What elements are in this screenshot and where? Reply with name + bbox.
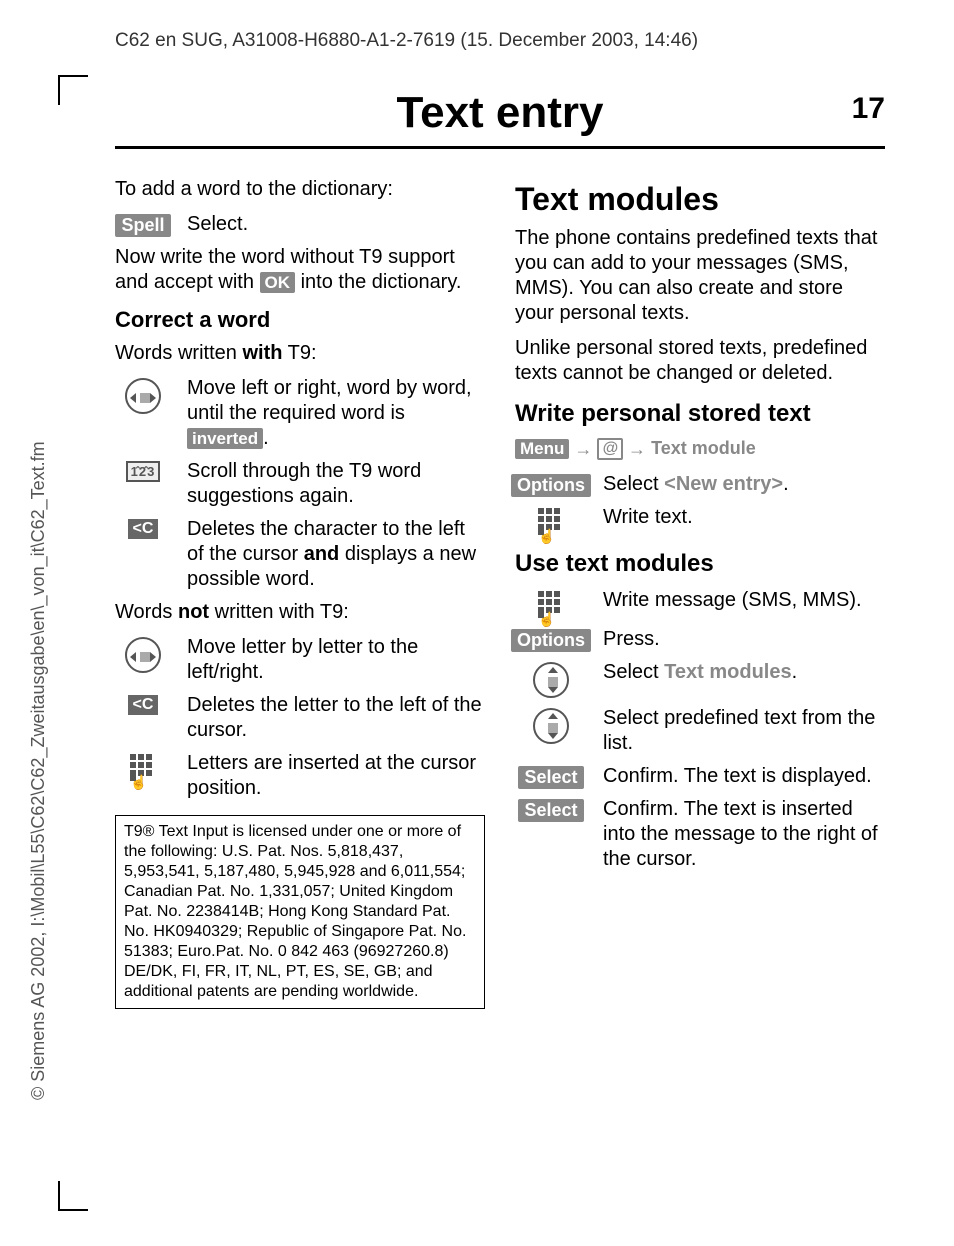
key-123-icon: 1̂2̂3 [126,461,161,482]
crop-mark-bl [58,1181,88,1211]
crop-mark-tl [58,75,88,105]
delete-char-row: <C Deletes the character to the left of … [115,517,485,592]
text-modules-heading: Text modules [515,181,885,218]
select-softkey-1: Select [518,766,583,789]
text-module-gray: Text module [651,438,756,458]
nott9-b: not [178,601,209,623]
options-softkey-1: Options [511,474,591,497]
title-underline [115,146,885,149]
ok-softkey: OK [260,272,296,293]
seltm-2: . [792,661,798,683]
options-softkey-2: Options [511,629,591,652]
nav-horizontal-icon [125,378,161,414]
scroll-text: Scroll through the T9 word suggestions a… [187,459,485,509]
confirm-disp-row: Select Confirm. The text is displayed. [515,764,885,789]
tm-para-1: The phone contains predefined texts that… [515,226,885,326]
navmove-2: . [263,427,269,449]
page-content: C62 en SUG, A31008-H6880-A1-2-7619 (15. … [115,30,885,1009]
not-t9-label: Words not written with T9: [115,600,485,625]
nott9-c: written with T9: [209,601,349,623]
intro-text: To add a word to the dictionary: [115,177,485,202]
left-column: To add a word to the dictionary: Spell S… [115,177,485,1009]
insert-letter-row: ☝ Letters are inserted at the cursor pos… [115,751,485,801]
clear-key-icon: <C [128,519,159,539]
nav-move-text: Move left or right, word by word, until … [187,376,485,451]
delete-char-text: Deletes the character to the left of the… [187,517,485,592]
new-entry-gray: <New entry> [664,473,783,495]
right-column: Text modules The phone contains predefin… [515,177,885,1009]
delete-letter-row: <C Deletes the letter to the left of the… [115,693,485,743]
nav-vertical-icon-1 [533,662,569,698]
write-text-row: ☝ Write text. [515,505,885,536]
write-2: into the dictionary. [295,271,461,293]
seltm-1: Select [603,661,664,683]
witht9-a: Words written [115,342,242,364]
options-press-row: Options Press. [515,627,885,652]
correct-heading: Correct a word [115,307,485,333]
nott9-a: Words [115,601,178,623]
write-word-para: Now write the word without T9 support an… [115,245,485,295]
confirm-insert-text: Confirm. The text is inserted into the m… [603,797,885,872]
title-row: Text entry 17 [115,88,885,138]
select-new-text: Select <New entry>. [603,472,885,497]
write-text-text: Write text. [603,505,885,530]
select-predef-text: Select predefined text from the list. [603,706,885,756]
nav-move-row: Move left or right, word by word, until … [115,376,485,451]
keypad-icon-3: ☝ [537,590,565,619]
menu-softkey: Menu [515,439,569,459]
selnew-2: . [783,473,789,495]
at-icon: @ [597,438,623,460]
page-number: 17 [852,92,885,126]
scroll-row: 1̂2̂3 Scroll through the T9 word suggest… [115,459,485,509]
confirm-disp-text: Confirm. The text is displayed. [603,764,885,789]
keypad-icon-2: ☝ [537,507,565,536]
witht9-c: T9: [282,342,316,364]
spell-softkey: Spell [115,214,170,237]
confirm-insert-row: Select Confirm. The text is inserted int… [515,797,885,872]
move-letter-row: Move letter by letter to the left/right. [115,635,485,685]
select-predef-row: Select predefined text from the list. [515,706,885,756]
menu-path: Menu → @ → Text module [515,438,885,460]
selnew-1: Select [603,473,664,495]
select-tm-row: Select Text modules. [515,660,885,698]
copyright-sideways: © Siemens AG 2002, I:\Mobil\L55\C62\C62_… [28,441,49,1100]
write-msg-text: Write message (SMS, MMS). [603,588,885,613]
nav-vertical-icon-2 [533,708,569,744]
select-softkey-2: Select [518,799,583,822]
press-text: Press. [603,627,885,652]
page-title: Text entry [396,88,603,138]
write-msg-row: ☝ Write message (SMS, MMS). [515,588,885,619]
clear-key-icon-2: <C [128,695,159,715]
delchar-bold: and [304,543,340,565]
with-t9-label: Words written with T9: [115,341,485,366]
text-modules-gray: Text modules [664,661,791,683]
witht9-b: with [242,342,282,364]
patent-box: T9® Text Input is licensed under one or … [115,815,485,1009]
inverted-softkey: inverted [187,428,263,449]
insert-letter-text: Letters are inserted at the cursor posit… [187,751,485,801]
arrow-1: → [574,439,592,459]
delete-letter-text: Deletes the letter to the left of the cu… [187,693,485,743]
header-path: C62 en SUG, A31008-H6880-A1-2-7619 (15. … [115,30,885,52]
keypad-icon: ☝ [129,753,157,782]
nav-horizontal-icon-2 [125,637,161,673]
tm-para-2: Unlike personal stored texts, predefined… [515,336,885,386]
select-tm-text: Select Text modules. [603,660,885,685]
spell-action: Select. [187,212,485,237]
spell-row: Spell Select. [115,212,485,237]
options-new-row: Options Select <New entry>. [515,472,885,497]
columns: To add a word to the dictionary: Spell S… [115,177,885,1009]
navmove-1: Move left or right, word by word, until … [187,377,472,424]
arrow-2: → [628,439,646,459]
write-personal-heading: Write personal stored text [515,400,885,428]
use-tm-heading: Use text modules [515,550,885,578]
move-letter-text: Move letter by letter to the left/right. [187,635,485,685]
